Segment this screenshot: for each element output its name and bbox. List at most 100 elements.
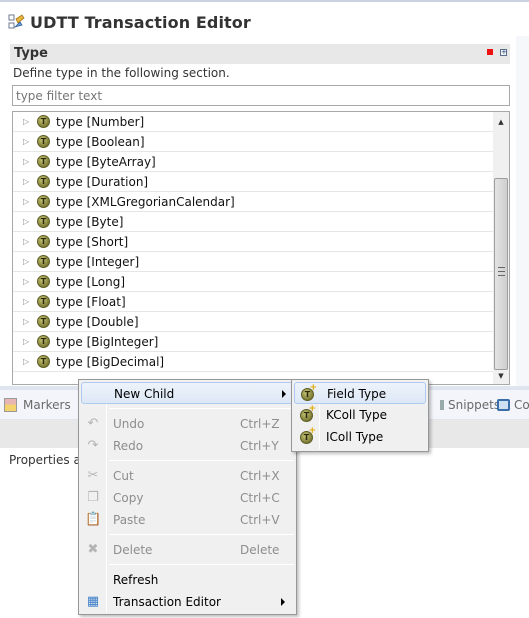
tree-item[interactable]: ▷ Ttype [Long] (13, 272, 493, 292)
tree-item[interactable]: ▷ Ttype [ByteArray] (13, 152, 493, 172)
submenu-item-field-type[interactable]: T Field Type (294, 382, 426, 404)
menu-item-undo[interactable]: ↶ Undo Ctrl+Z (81, 413, 294, 435)
menu-item-refresh[interactable]: Refresh (81, 569, 294, 591)
tree-item[interactable]: ▷ Ttype [Double] (13, 312, 493, 332)
tree-item[interactable]: ▷ Ttype [BigDecimal] (13, 352, 493, 372)
type-t-icon: T (37, 215, 50, 228)
transaction-editor-icon: ▦ (86, 594, 100, 609)
tree-item[interactable]: ▷ Ttype [Number] (13, 112, 493, 132)
tree-item[interactable]: ▷ Ttype [Short] (13, 232, 493, 252)
expand-triangle-icon[interactable]: ▷ (23, 137, 31, 146)
redo-icon: ↷ (87, 438, 99, 453)
tree-item[interactable]: ▷ Ttype [BigInteger] (13, 332, 493, 352)
expand-triangle-icon[interactable]: ▷ (23, 277, 31, 286)
submenu-arrow-icon (281, 598, 285, 606)
expand-triangle-icon[interactable]: ▷ (23, 337, 31, 346)
red-square-icon (487, 49, 493, 55)
menu-item-shortcut: Ctrl+C (240, 491, 280, 505)
properties-text: Properties a (9, 453, 81, 467)
submenu-item-kcoll-type[interactable]: T KColl Type (294, 404, 426, 426)
expand-triangle-icon[interactable]: ▷ (23, 257, 31, 266)
expand-triangle-icon[interactable]: ▷ (23, 177, 31, 186)
menu-item-label: Undo (113, 417, 145, 431)
tree-item[interactable]: ▷ Ttype [Integer] (13, 252, 493, 272)
menu-item-label: Cut (113, 469, 134, 483)
tree-item[interactable]: ▷ Ttype [Float] (13, 292, 493, 312)
type-t-icon: T (37, 115, 50, 128)
cut-icon: ✂ (87, 468, 99, 483)
context-menu: New Child ↶ Undo Ctrl+Z ↷ Redo Ctrl+Y ✂ Cut Ctrl+… (78, 379, 297, 615)
transaction-editor-icon (8, 13, 26, 31)
tree-item-label: type [Double] (56, 314, 139, 329)
tree-item-label: type [BigDecimal] (56, 354, 165, 369)
type-tree[interactable]: ▲ ▼ ▷ Ttype [Number] ▷ Ttype [Boolean] ▷ Ttyp… (12, 111, 510, 385)
menu-item-label: Delete (113, 543, 153, 557)
expand-triangle-icon[interactable]: ▷ (23, 197, 31, 206)
tree-item[interactable]: ▷ Ttype [Boolean] (13, 132, 493, 152)
expand-plus-icon[interactable]: + (500, 49, 507, 56)
expand-triangle-icon[interactable]: ▷ (23, 117, 31, 126)
type-section-header: Type + (10, 44, 510, 64)
submenu-item-label: Field Type (327, 387, 387, 401)
copy-icon: ❐ (87, 490, 99, 505)
tree-item-label: type [Integer] (56, 254, 140, 269)
markers-icon (4, 398, 17, 412)
undo-icon: ↶ (87, 416, 99, 431)
menu-item-delete[interactable]: ✖ Delete Delete (81, 539, 294, 561)
tab-snippets[interactable]: Snippets (440, 398, 500, 412)
menu-item-shortcut: Delete (240, 543, 280, 557)
section-title: Type (14, 46, 48, 61)
menu-separator (109, 408, 294, 409)
type-filter-input[interactable] (12, 85, 510, 106)
menu-item-shortcut: Ctrl+V (240, 513, 280, 527)
tree-item-label: type [Byte] (56, 214, 124, 229)
tab-markers[interactable]: Markers (4, 398, 71, 412)
tab-snippets-label: Snippets (448, 398, 501, 412)
menu-item-label: New Child (114, 387, 175, 401)
expand-triangle-icon[interactable]: ▷ (23, 357, 31, 366)
tree-item-label: type [Duration] (56, 174, 149, 189)
menu-item-shortcut: Ctrl+X (240, 469, 280, 483)
menu-separator (109, 564, 294, 565)
menu-item-redo[interactable]: ↷ Redo Ctrl+Y (81, 435, 294, 457)
window-top-border (0, 0, 529, 2)
menu-item-new-child[interactable]: New Child (81, 382, 294, 404)
menu-item-label: Redo (113, 439, 144, 453)
console-icon (497, 399, 510, 411)
tree-item-label: type [ByteArray] (56, 154, 156, 169)
scroll-up-arrow-icon[interactable]: ▲ (493, 114, 509, 130)
expand-triangle-icon[interactable]: ▷ (23, 317, 31, 326)
tab-console[interactable]: Co (497, 398, 529, 412)
scroll-down-arrow-icon[interactable]: ▼ (493, 368, 509, 384)
menu-item-cut[interactable]: ✂ Cut Ctrl+X (81, 465, 294, 487)
menu-item-transaction-editor[interactable]: ▦ Transaction Editor (81, 591, 294, 613)
tree-item-label: type [Short] (56, 234, 129, 249)
tree-item-label: type [XMLGregorianCalendar] (56, 194, 235, 209)
menu-item-copy[interactable]: ❐ Copy Ctrl+C (81, 487, 294, 509)
tree-item-label: type [Number] (56, 114, 145, 129)
tree-item[interactable]: ▷ Ttype [Duration] (13, 172, 493, 192)
submenu-item-label: IColl Type (326, 430, 384, 444)
menu-item-paste[interactable]: 📋 Paste Ctrl+V (81, 509, 294, 531)
section-description: Define type in the following section. (13, 66, 230, 80)
menu-separator (109, 534, 294, 535)
type-t-icon: T (37, 235, 50, 248)
type-t-icon: T (37, 335, 50, 348)
type-t-icon: T (37, 175, 50, 188)
tree-vertical-scrollbar[interactable]: ▲ ▼ (493, 112, 509, 384)
tree-item[interactable]: ▷ Ttype [XMLGregorianCalendar] (13, 192, 493, 212)
scrollbar-thumb[interactable] (494, 178, 508, 370)
menu-item-shortcut: Ctrl+Z (240, 417, 280, 431)
expand-triangle-icon[interactable]: ▷ (23, 297, 31, 306)
editor-title: UDTT Transaction Editor (30, 12, 251, 32)
tree-item[interactable]: ▷ Ttype [Byte] (13, 212, 493, 232)
menu-separator (109, 460, 294, 461)
submenu-item-icoll-type[interactable]: T IColl Type (294, 426, 426, 448)
expand-triangle-icon[interactable]: ▷ (23, 157, 31, 166)
type-t-icon: T (37, 355, 50, 368)
submenu-arrow-icon (282, 390, 286, 398)
tree-item-label: type [Long] (56, 274, 126, 289)
expand-triangle-icon[interactable]: ▷ (23, 217, 31, 226)
new-child-submenu: T Field Type T KColl Type T IColl Type (291, 379, 429, 452)
expand-triangle-icon[interactable]: ▷ (23, 237, 31, 246)
